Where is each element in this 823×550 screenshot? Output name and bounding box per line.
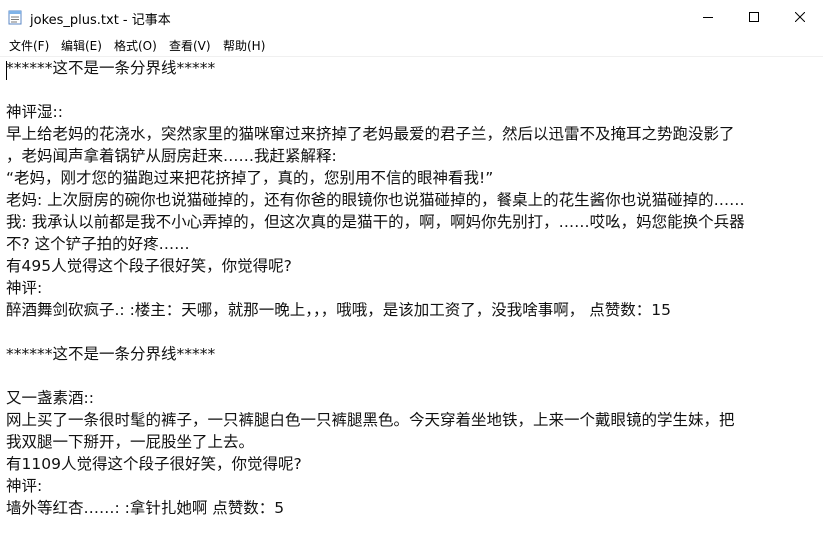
minimize-button[interactable] <box>685 0 731 34</box>
close-icon <box>795 12 805 22</box>
window-title: jokes_plus.txt - 记事本 <box>30 13 171 28</box>
text-editor-area[interactable]: ******这不是一条分界线***** 神评湿:: 早上给老妈的花浇水，突然家里… <box>0 56 823 550</box>
text-line: 早上给老妈的花浇水，突然家里的猫咪窜过来挤掉了老妈最爱的君子兰，然后以迅雷不及掩… <box>6 125 735 143</box>
menu-help[interactable]: 帮助(H) <box>223 37 265 54</box>
text-line: 有495人觉得这个段子很好笑，你觉得呢? <box>6 257 292 275</box>
minimize-icon <box>703 12 713 22</box>
menu-view[interactable]: 查看(V) <box>169 37 211 54</box>
text-line: 网上买了一条很时髦的裤子，一只裤腿白色一只裤腿黑色。今天穿着坐地铁，上来一个戴眼… <box>6 411 735 429</box>
text-line: ******这不是一条分界线***** <box>6 345 216 363</box>
menu-bar: 文件(F) 编辑(E) 格式(O) 查看(V) 帮助(H) <box>0 34 823 56</box>
text-line: 神评: <box>6 477 43 495</box>
text-line: 神评湿:: <box>6 103 63 121</box>
menu-format[interactable]: 格式(O) <box>114 37 157 54</box>
menu-edit[interactable]: 编辑(E) <box>61 37 102 54</box>
text-line: 神评: <box>6 279 43 297</box>
title-bar[interactable]: jokes_plus.txt - 记事本 <box>0 0 823 34</box>
maximize-icon <box>749 12 759 22</box>
text-line: 我: 我承认以前都是我不小心弄掉的，但这次真的是猫干的，啊，啊妈你先别打，……哎… <box>6 213 745 231</box>
text-line: 有1109人觉得这个段子很好笑，你觉得呢? <box>6 455 302 473</box>
text-line: 不? 这个铲子拍的好疼…… <box>6 235 190 253</box>
close-button[interactable] <box>777 0 823 34</box>
text-line: ******这不是一条分界线***** <box>6 59 216 77</box>
text-line: 我双腿一下掰开，一屁股坐了上去。 <box>6 433 255 451</box>
text-line: 墙外等红杏……: :拿针扎她啊 点赞数：5 <box>6 499 285 517</box>
text-line: 老妈: 上次厨房的碗你也说猫碰掉的，还有你爸的眼镜你也说猫碰掉的，餐桌上的花生酱… <box>6 191 745 209</box>
text-caret <box>6 61 7 80</box>
notepad-icon <box>8 9 22 25</box>
menu-file[interactable]: 文件(F) <box>9 37 49 54</box>
maximize-button[interactable] <box>731 0 777 34</box>
text-line: 醉酒舞剑砍疯子.: :楼主：天哪，就那一晚上，，，哦哦，是该加工资了，没我啥事啊… <box>6 301 671 319</box>
text-line: 又一盏素酒:: <box>6 389 94 407</box>
text-line: ，老妈闻声拿着锅铲从厨房赶来……我赶紧解释: <box>6 147 337 165</box>
text-line: “老妈，刚才您的猫跑过来把花挤掉了，真的，您别用不信的眼神看我!” <box>6 169 494 187</box>
